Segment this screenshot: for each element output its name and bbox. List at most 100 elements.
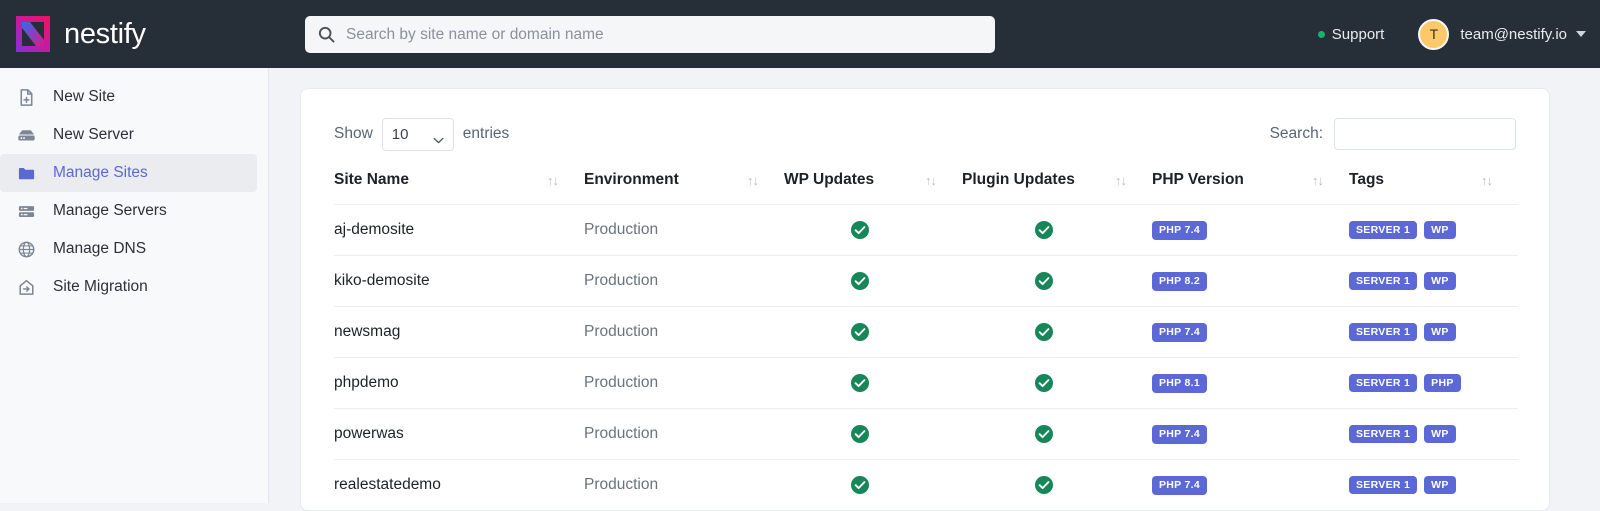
entries-label: entries [462,125,510,142]
table-search-input[interactable] [1334,118,1516,150]
sidebar-item-label: Manage Sites [53,164,148,181]
table-row[interactable]: phpdemo Production PHP 8.1 SERVER 1 PHP [334,357,1518,409]
account-menu[interactable]: team@nestify.io [1460,26,1586,43]
global-search[interactable] [305,16,995,53]
table-row[interactable]: realestatedemo Production PHP 7.4 SERVER 1 W… [334,459,1518,511]
cell-php-version: PHP 7.4 [1152,460,1349,511]
chevron-down-icon [433,131,444,143]
cell-site-name[interactable]: aj-demosite [334,205,584,256]
tag-badge[interactable]: PHP [1424,373,1461,393]
cell-tags: SERVER 1 WP [1349,256,1518,307]
main-content: Show 10 entries Search: Site Name ↑↓ Env… [269,68,1600,511]
folder-icon [14,164,38,183]
table-row[interactable]: powerwas Production PHP 7.4 SERVER 1 WP [334,408,1518,460]
column-header-tags[interactable]: Tags ↑↓ [1349,171,1518,205]
column-label: Plugin Updates [962,171,1075,188]
column-header-environment[interactable]: Environment ↑↓ [584,171,784,205]
sidebar: New Site New Server Manage Sites Manage … [0,68,269,503]
column-header-wp-updates[interactable]: WP Updates ↑↓ [784,171,962,205]
cell-environment: Production [584,272,659,289]
globe-icon [14,240,38,259]
column-label: WP Updates [784,171,875,188]
check-circle-icon [1034,322,1054,342]
column-header-php-version[interactable]: PHP Version ↑↓ [1152,171,1349,205]
sidebar-item-manage-dns[interactable]: Manage DNS [0,230,257,268]
sidebar-item-manage-servers[interactable]: Manage Servers [0,192,257,230]
cell-wp-updates [784,307,962,358]
sidebar-item-new-site[interactable]: New Site [0,78,257,116]
tag-badge[interactable]: WP [1424,220,1456,240]
cell-wp-updates [784,358,962,409]
table-search-control: Search: [1270,118,1516,150]
table-head: Site Name ↑↓ Environment ↑↓ WP Updates ↑… [334,171,1518,205]
table-row[interactable]: aj-demosite Production PHP 7.4 SERVER 1 WP [334,204,1518,256]
top-bar-right: Support T team@nestify.io [1317,0,1586,68]
tag-badge[interactable]: SERVER 1 [1349,271,1418,291]
table-row[interactable]: newsmag Production PHP 7.4 SERVER 1 WP [334,306,1518,358]
nestify-logo-icon [14,12,52,56]
cell-site-name[interactable]: realestatedemo [334,460,584,511]
server-stack-icon [14,202,38,221]
tag-badge[interactable]: SERVER 1 [1349,373,1418,393]
sort-arrows-icon[interactable]: ↑↓ [747,173,759,188]
server-add-icon [14,126,38,145]
tag-badge[interactable]: SERVER 1 [1349,220,1418,240]
check-circle-icon [1034,424,1054,444]
table-row[interactable]: kiko-demosite Production PHP 8.2 SERVER 1 WP [334,255,1518,307]
status-dot-icon [1317,30,1325,38]
tag-badge[interactable]: WP [1424,322,1456,342]
sidebar-item-new-server[interactable]: New Server [0,116,257,154]
column-label: Site Name [334,171,409,188]
check-circle-icon [850,373,870,393]
table-search-label: Search: [1269,125,1323,142]
cell-plugin-updates [962,409,1152,460]
sort-arrows-icon[interactable]: ↑↓ [925,173,937,188]
check-circle-icon [850,424,870,444]
cell-site-name[interactable]: newsmag [334,307,584,358]
php-version-badge: PHP 8.2 [1152,272,1208,291]
sort-arrows-icon[interactable]: ↑↓ [1115,173,1127,188]
cell-wp-updates [784,460,962,511]
brand[interactable]: nestify [0,12,255,56]
cell-site-name[interactable]: kiko-demosite [334,256,584,307]
cell-php-version: PHP 7.4 [1152,409,1349,460]
entries-select[interactable]: 10 [381,117,454,151]
sort-arrows-icon[interactable]: ↑↓ [1312,173,1324,188]
check-circle-icon [850,271,870,291]
check-circle-icon [1034,271,1054,291]
cell-site-name[interactable]: powerwas [334,409,584,460]
cell-environment: Production [584,221,659,238]
php-version-badge: PHP 7.4 [1152,323,1208,342]
sidebar-item-label: New Site [53,88,116,105]
cell-tags: SERVER 1 WP [1349,460,1518,511]
sort-arrows-icon[interactable]: ↑↓ [1481,173,1493,188]
tag-badge[interactable]: SERVER 1 [1349,322,1418,342]
column-header-plugin-updates[interactable]: Plugin Updates ↑↓ [962,171,1152,205]
tag-badge[interactable]: WP [1424,271,1456,291]
column-header-site-name[interactable]: Site Name ↑↓ [334,171,584,205]
sidebar-item-manage-sites[interactable]: Manage Sites [0,154,257,192]
sidebar-item-site-migration[interactable]: Site Migration [0,268,257,306]
tag-badge[interactable]: SERVER 1 [1349,424,1418,444]
entries-value: 10 [391,125,409,143]
avatar[interactable]: T [1418,18,1450,50]
cell-php-version: PHP 8.1 [1152,358,1349,409]
cell-environment: Production [584,425,659,442]
sidebar-item-label: Manage Servers [53,202,167,219]
cell-plugin-updates [962,358,1152,409]
search-input[interactable] [346,25,983,44]
tag-badge[interactable]: SERVER 1 [1349,475,1418,495]
sites-card: Show 10 entries Search: Site Name ↑↓ Env… [300,88,1550,511]
search-icon [317,25,336,44]
show-label: Show [334,125,373,142]
column-label: Environment [584,171,679,188]
cell-php-version: PHP 8.2 [1152,256,1349,307]
php-version-badge: PHP 7.4 [1152,221,1208,240]
cell-site-name[interactable]: phpdemo [334,358,584,409]
support-link[interactable]: Support [1317,26,1384,43]
sort-arrows-icon[interactable]: ↑↓ [547,173,559,188]
tag-badge[interactable]: WP [1424,475,1456,495]
tag-badge[interactable]: WP [1424,424,1456,444]
sidebar-item-label: Manage DNS [53,240,147,257]
check-circle-icon [1034,373,1054,393]
